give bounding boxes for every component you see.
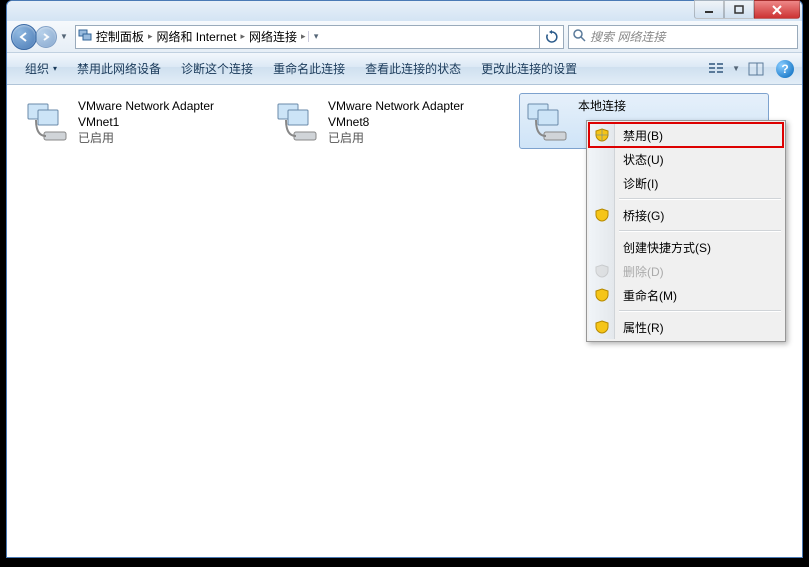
- rename-button[interactable]: 重命名此连接: [263, 53, 355, 84]
- shield-icon: [594, 207, 610, 223]
- menu-status[interactable]: 状态(U): [589, 147, 783, 171]
- menu-separator: [619, 230, 781, 232]
- shield-icon: [594, 319, 610, 335]
- shield-icon: [594, 127, 610, 143]
- menu-disable[interactable]: 禁用(B): [589, 123, 783, 147]
- back-button[interactable]: [11, 24, 37, 50]
- nav-history-dropdown[interactable]: ▼: [57, 32, 71, 41]
- network-connections-icon: [76, 27, 94, 46]
- address-dropdown[interactable]: ▾: [308, 31, 324, 42]
- menu-separator: [619, 198, 781, 200]
- help-button[interactable]: ?: [776, 60, 794, 78]
- shield-icon: [594, 263, 610, 279]
- search-box[interactable]: 搜索 网络连接: [568, 25, 798, 49]
- change-settings-button[interactable]: 更改此连接的设置: [471, 53, 587, 84]
- menu-properties[interactable]: 属性(R): [589, 315, 783, 339]
- connection-item-vmnet8[interactable]: VMware Network Adapter VMnet8 已启用: [269, 93, 519, 149]
- view-options-button[interactable]: [704, 58, 728, 80]
- shield-icon: [594, 287, 610, 303]
- command-bar: 组织 禁用此网络设备 诊断这个连接 重命名此连接 查看此连接的状态 更改此连接的…: [7, 53, 802, 85]
- search-placeholder: 搜索 网络连接: [590, 28, 665, 45]
- connection-item-vmnet1[interactable]: VMware Network Adapter VMnet1 已启用: [19, 93, 269, 149]
- connection-text: VMware Network Adapter VMnet8 已启用: [322, 98, 464, 144]
- close-button[interactable]: [754, 0, 800, 19]
- preview-pane-button[interactable]: [744, 58, 768, 80]
- breadcrumb-seg-0[interactable]: 控制面板: [94, 26, 155, 48]
- connection-status: 已启用: [78, 130, 214, 146]
- breadcrumb-seg-2[interactable]: 网络连接: [247, 26, 308, 48]
- menu-separator: [619, 310, 781, 312]
- maximize-button[interactable]: [724, 0, 754, 19]
- menu-delete: 删除(D): [589, 259, 783, 283]
- disable-device-button[interactable]: 禁用此网络设备: [67, 53, 171, 84]
- navigation-row: ▼ 控制面板 网络和 Internet 网络连接 ▾ 搜索 网络连接: [7, 21, 802, 53]
- organize-menu[interactable]: 组织: [15, 53, 67, 84]
- view-options-dropdown[interactable]: ▼: [730, 64, 742, 73]
- refresh-button[interactable]: [539, 26, 563, 48]
- menu-rename[interactable]: 重命名(M): [589, 283, 783, 307]
- minimize-button[interactable]: [694, 0, 724, 19]
- window-controls: [694, 0, 800, 19]
- network-adapter-icon: [524, 98, 572, 146]
- connection-text: VMware Network Adapter VMnet1 已启用: [72, 98, 214, 144]
- address-bar[interactable]: 控制面板 网络和 Internet 网络连接 ▾: [75, 25, 564, 49]
- network-adapter-icon: [24, 98, 72, 146]
- connection-name: 本地连接: [578, 98, 626, 114]
- forward-button[interactable]: [35, 26, 57, 48]
- search-icon: [573, 29, 586, 45]
- connection-name: VMware Network Adapter VMnet1: [78, 98, 214, 130]
- nav-arrows: ▼: [11, 24, 71, 50]
- breadcrumb-seg-1[interactable]: 网络和 Internet: [154, 26, 247, 48]
- context-menu: 禁用(B) 状态(U) 诊断(I) 桥接(G) 创建快捷方式(S) 删除(D) …: [586, 120, 786, 342]
- window-titlebar[interactable]: [7, 1, 802, 21]
- network-adapter-icon: [274, 98, 322, 146]
- menu-diagnose[interactable]: 诊断(I): [589, 171, 783, 195]
- diagnose-button[interactable]: 诊断这个连接: [171, 53, 263, 84]
- view-status-button[interactable]: 查看此连接的状态: [355, 53, 471, 84]
- menu-bridge[interactable]: 桥接(G): [589, 203, 783, 227]
- menu-create-shortcut[interactable]: 创建快捷方式(S): [589, 235, 783, 259]
- connection-status: 已启用: [328, 130, 464, 146]
- connection-name: VMware Network Adapter VMnet8: [328, 98, 464, 130]
